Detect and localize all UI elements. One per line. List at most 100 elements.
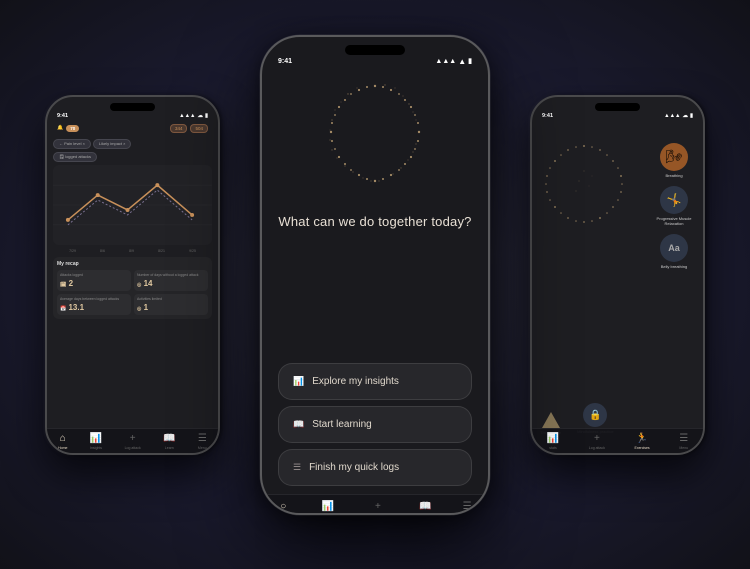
status-bar-center: 9:41 ▲▲▲ ▲ ▮ (262, 55, 488, 68)
nav-label-insights-left: Insights (90, 446, 102, 450)
chart-svg (53, 165, 212, 245)
nav-learn-left[interactable]: 📖 Learn (163, 433, 175, 450)
filter-logged[interactable]: 🗒 logged attacks (53, 152, 97, 162)
start-learning-button[interactable]: 📖 Start learning (278, 406, 472, 443)
belly-label: Belly breathing (661, 264, 687, 269)
date4: 8/21 (158, 249, 165, 253)
muscle-icon: 🤸 (660, 186, 688, 214)
nav-label-learn-center: Learn (418, 514, 432, 515)
signal-left: ▲▲▲ (179, 113, 195, 119)
recap-value-avg: 📅 13.1 (60, 303, 128, 312)
particle-ring (315, 78, 435, 198)
recap-value-attacks: 🗓 2 (60, 279, 128, 288)
stat1: 344 (170, 124, 188, 133)
wifi-right: ☁ (682, 113, 688, 119)
nav-label-menu-left: Menu (198, 446, 207, 450)
date3: 8/9 (129, 249, 134, 253)
recap-section: My recap Attacks logged 🗓 2 Number of da… (53, 257, 212, 319)
phones-container: 9:41 ▲▲▲ ☁ ▮ 🔔 70 344 504 ← Pa (25, 15, 725, 555)
breathing-label: Breathing (665, 173, 682, 178)
home-icon-left: ⌂ (60, 433, 66, 444)
dynamic-island-center (345, 45, 405, 55)
recap-activities: Activities limited ◎ 1 (134, 294, 208, 315)
nav-menu-left[interactable]: ☰ Menu (198, 433, 207, 450)
belly-icon: Aa (660, 234, 688, 262)
nav-log-center[interactable]: + Log attack (365, 501, 390, 515)
recap-label-avg: Average days between logged attacks (60, 297, 128, 301)
date5: 9/25 (189, 249, 196, 253)
left-phone: 9:41 ▲▲▲ ☁ ▮ 🔔 70 344 504 ← Pa (45, 95, 220, 455)
nav-learn-center[interactable]: 📖 Learn (418, 501, 432, 515)
nav-label-home-left: Home (58, 446, 67, 450)
recap-value-activities: ◎ 1 (137, 303, 205, 312)
insights-btn-icon: 📊 (293, 376, 304, 387)
learn-icon-center: 📖 (419, 501, 431, 512)
nav-label-log-left: Log attack (125, 446, 141, 450)
nav-insights-center[interactable]: 📊 Insights (318, 501, 337, 515)
home-icon-center: ○ (280, 501, 286, 512)
bell-icon: 🔔 (57, 125, 63, 131)
time-center: 9:41 (278, 58, 292, 65)
nav-label-menu-right: Menu (679, 446, 688, 450)
dynamic-island-left (110, 103, 155, 111)
center-content: What can we do together today? 📊 Explore… (262, 68, 488, 494)
nav-label-insights-center: Insights (318, 514, 337, 515)
nav-exercises-right[interactable]: 🏃 Exercises (635, 433, 650, 450)
menu-icon-right: ☰ (679, 433, 688, 444)
explore-insights-label: Explore my insights (312, 376, 399, 387)
muscle-relaxation-item[interactable]: 🤸 Progressive Muscle Relaxation (649, 186, 699, 226)
recap-attacks: Attacks logged 🗓 2 (57, 270, 131, 291)
nav-home-center[interactable]: ○ Home (276, 501, 291, 515)
action-buttons: 📊 Explore my insights 📖 Start learning ☰… (278, 363, 472, 486)
finish-logs-button[interactable]: ☰ Finish my quick logs (278, 449, 472, 486)
stat2: 504 (190, 124, 208, 133)
recap-label-days: Number of days without a logged attack (137, 273, 205, 277)
signal-center: ▲▲▲ (435, 58, 456, 65)
time-right: 9:41 (542, 113, 553, 119)
filter-pain[interactable]: ← Pain level × (53, 139, 91, 149)
status-icons-center: ▲▲▲ ▲ ▮ (435, 57, 472, 66)
menu-icon-left: ☰ (198, 433, 207, 444)
battery-right: ▮ (690, 113, 693, 119)
recap-label-attacks: Attacks logged (60, 273, 128, 277)
nav-label-menu-center: Menu (460, 514, 474, 515)
recap-label-activities: Activities limited (137, 297, 205, 301)
log-icon-center: + (375, 501, 381, 512)
nav-log-right[interactable]: + Log attack (589, 433, 605, 450)
date-labels: 7/29 8/6 8/9 8/21 9/25 (53, 249, 212, 253)
nav-log-left[interactable]: + Log attack (125, 433, 141, 450)
prompt-text: What can we do together today? (278, 214, 471, 229)
right-content: 🌬 Breathing 🤸 Progressive Muscle Relaxat… (532, 121, 703, 455)
signal-right: ▲▲▲ (664, 113, 680, 119)
nav-menu-center[interactable]: ☰ Menu (460, 501, 474, 515)
wifi-center: ▲ (458, 57, 466, 66)
time-left: 9:41 (57, 113, 68, 119)
nav-label-home-center: Home (276, 514, 291, 515)
top-stats-bar: 🔔 70 344 504 (53, 121, 212, 136)
belly-breathing-item[interactable]: Aa Belly breathing (649, 234, 699, 269)
stats-icon-right: 📊 (547, 433, 559, 444)
particle-ring-svg (315, 78, 435, 198)
center-phone: 9:41 ▲▲▲ ▲ ▮ (260, 35, 490, 515)
mindfulness-icon: 🔒 (583, 403, 607, 427)
recap-avg: Average days between logged attacks 📅 13… (57, 294, 131, 315)
exercises-icon-right: 🏃 (636, 433, 648, 444)
logs-btn-icon: ☰ (293, 462, 301, 473)
recap-grid: Attacks logged 🗓 2 Number of days withou… (57, 270, 208, 315)
breathing-item[interactable]: 🌬 Breathing (649, 143, 699, 178)
badge-row: 🔔 70 (57, 125, 79, 132)
explore-insights-button[interactable]: 📊 Explore my insights (278, 363, 472, 400)
nav-home-left[interactable]: ⌂ Home (58, 433, 67, 450)
filter-impact[interactable]: Likely impact × (93, 139, 132, 149)
learning-btn-icon: 📖 (293, 419, 304, 430)
log-icon-left: + (130, 433, 136, 444)
status-bar-right: 9:41 ▲▲▲ ☁ ▮ (532, 111, 703, 121)
nav-insights-left[interactable]: 📊 Insights (90, 433, 102, 450)
nav-menu-right[interactable]: ☰ Menu (679, 433, 688, 450)
recap-days: Number of days without a logged attack ◎… (134, 270, 208, 291)
breathing-items: 🌬 Breathing 🤸 Progressive Muscle Relaxat… (649, 143, 699, 269)
right-phone: 9:41 ▲▲▲ ☁ ▮ (530, 95, 705, 455)
nav-stats-right[interactable]: 📊 stats (547, 433, 559, 450)
nav-label-exercises-right: Exercises (635, 446, 650, 450)
chart-area (53, 165, 212, 245)
